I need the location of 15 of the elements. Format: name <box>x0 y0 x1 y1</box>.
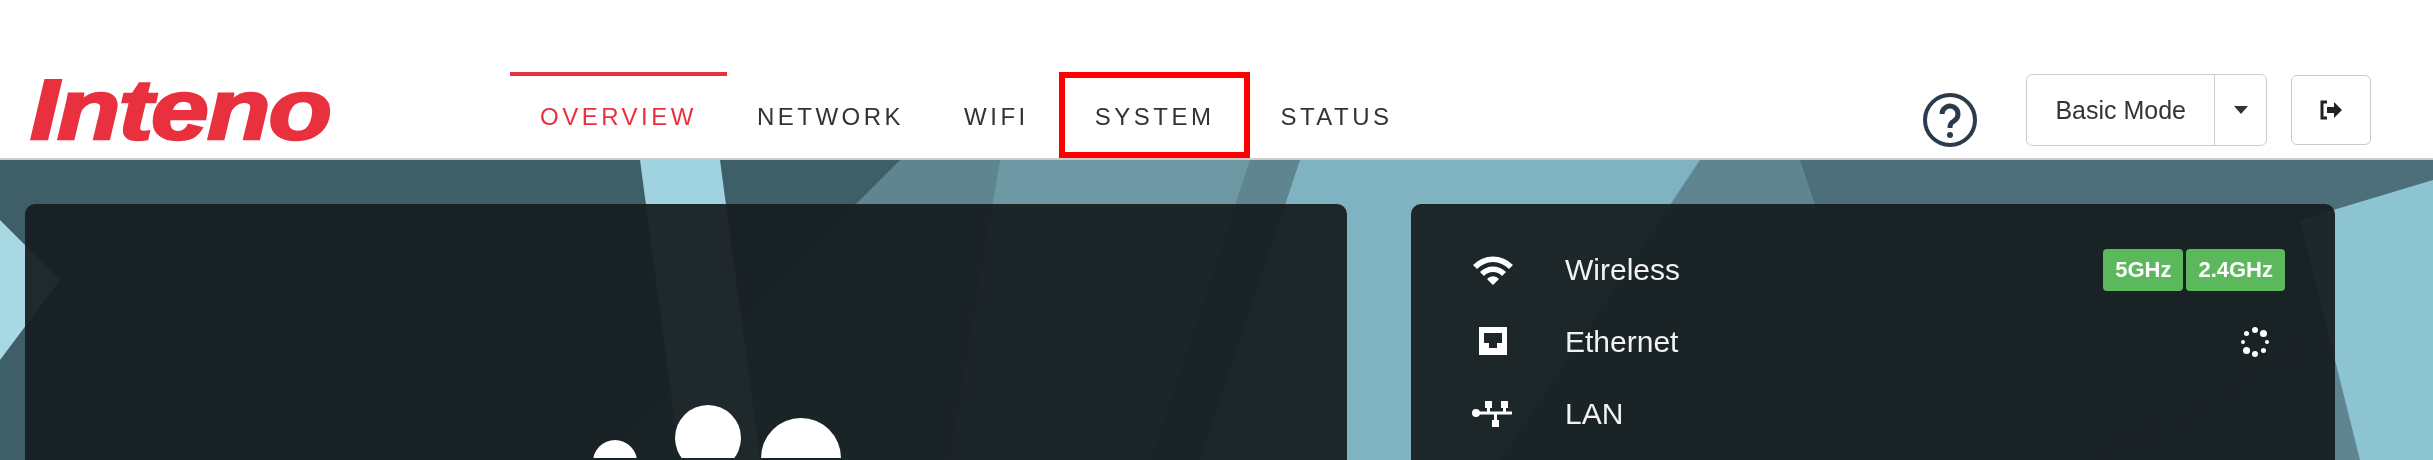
band-badge: 2.4GHz <box>2186 249 2285 291</box>
interface-name: LAN <box>1565 397 1625 431</box>
logout-icon <box>2319 100 2343 120</box>
caret-icon <box>2233 106 2248 114</box>
interface-name: Wireless <box>1565 253 1681 287</box>
help-icon[interactable] <box>1922 92 1979 148</box>
nav-tab[interactable]: STATUS <box>1250 72 1423 158</box>
nav-tab[interactable]: WIFI <box>934 72 1059 158</box>
dropdown-toggle[interactable] <box>2214 75 2266 145</box>
nav-tab[interactable]: SYSTEM <box>1058 72 1251 158</box>
band-badge: 5GHz <box>2103 249 2184 291</box>
interface-name: Ethernet <box>1565 325 1680 359</box>
nav-tab[interactable]: NETWORK <box>726 72 935 158</box>
logo[interactable]: Inteno <box>30 66 470 152</box>
logout-button[interactable] <box>2291 75 2371 145</box>
